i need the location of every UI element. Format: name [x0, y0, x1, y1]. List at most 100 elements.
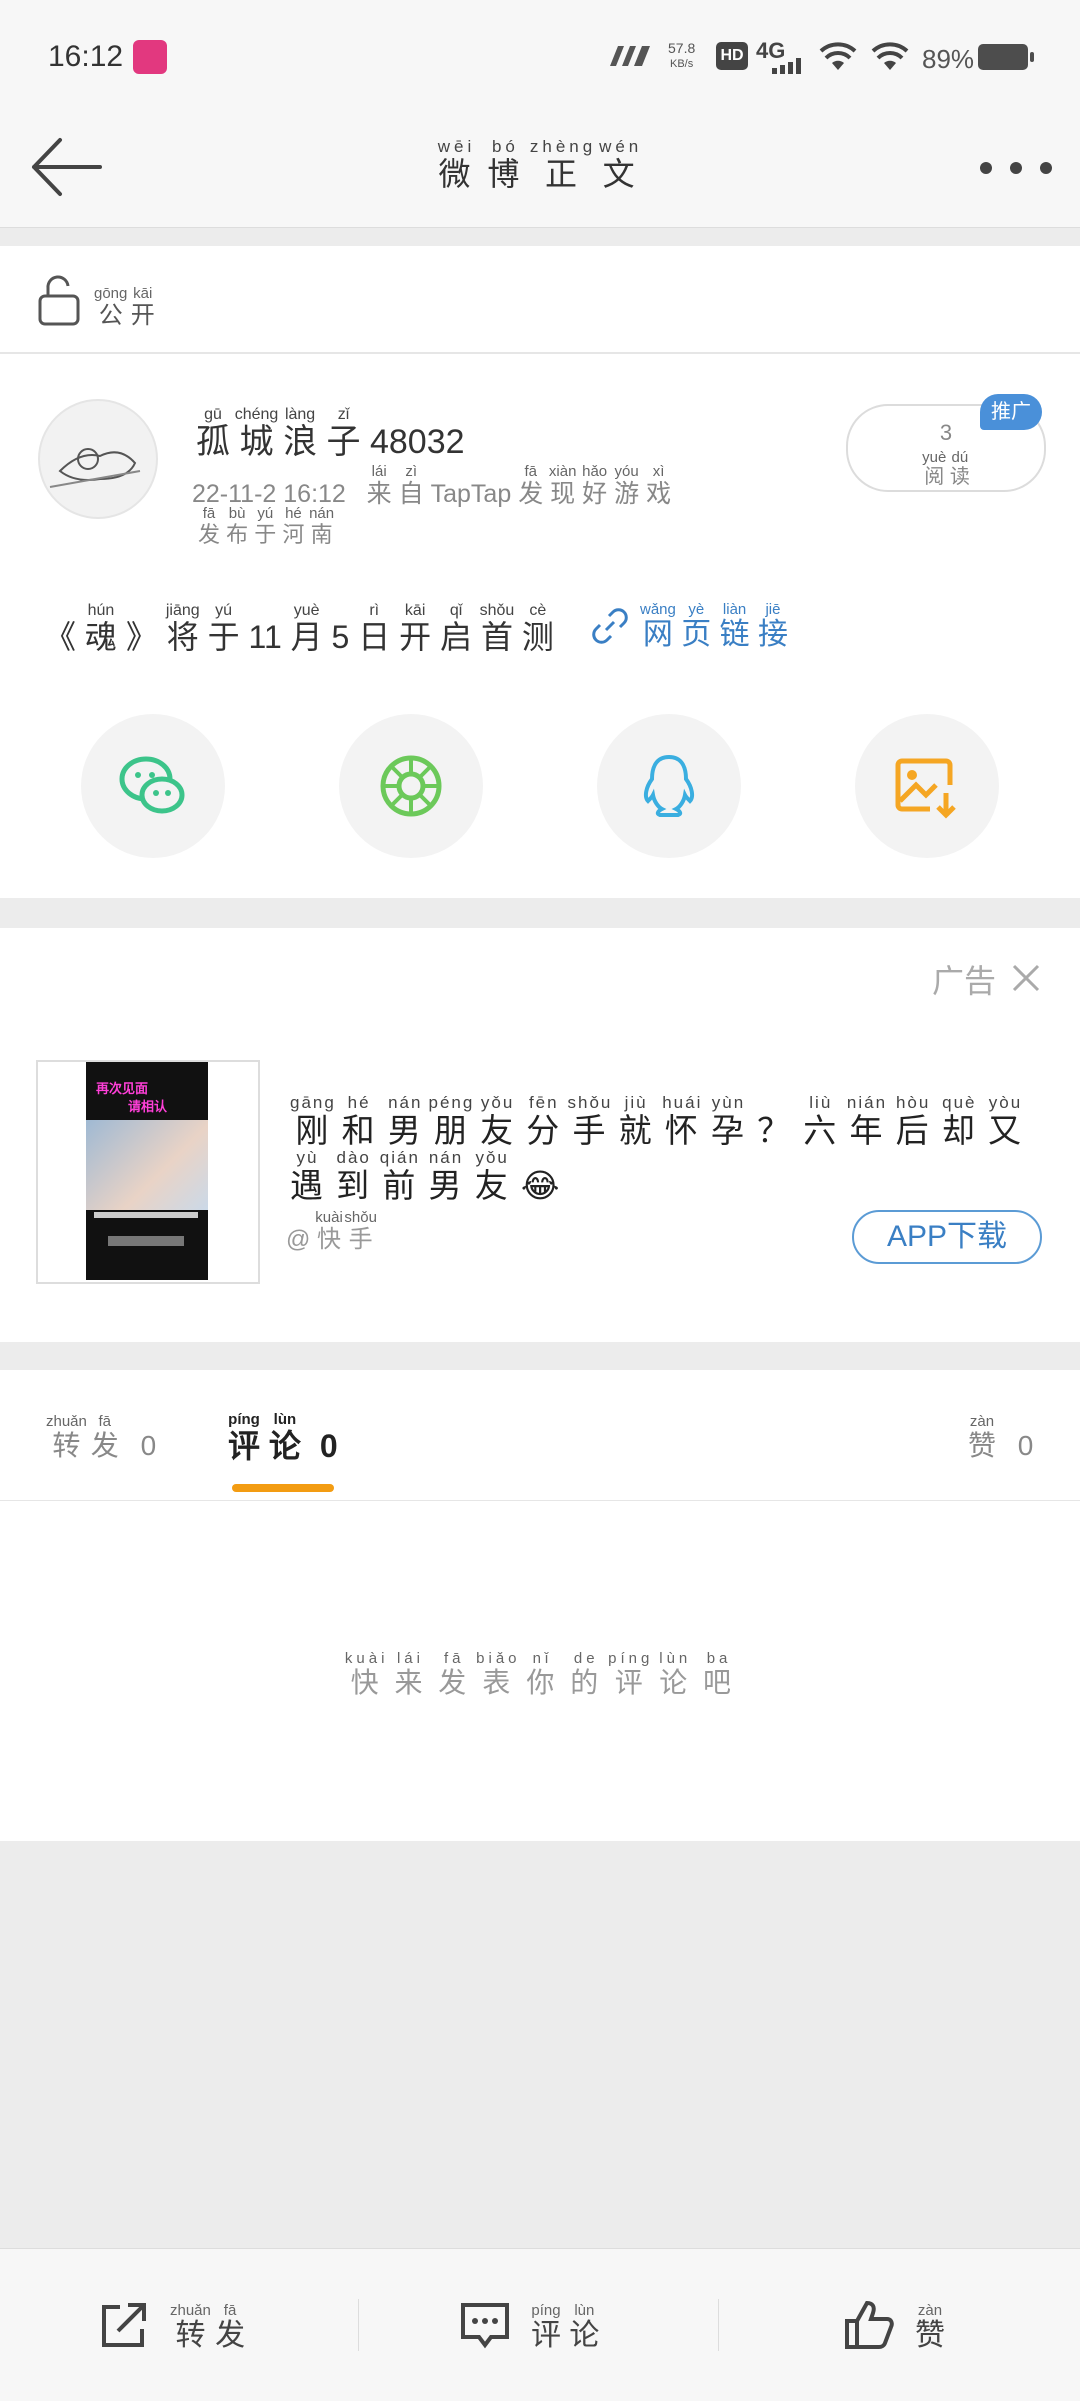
- ruby-char: 刚gāng: [290, 1093, 336, 1149]
- ad-title[interactable]: 刚gāng 和hé 男nán 朋péng 友yǒu 分fēn 手shǒu 就ji…: [290, 1093, 1030, 1211]
- ruby-char: 评píng: [531, 2302, 561, 2352]
- ruby-char: 赞zàn: [968, 1413, 997, 1461]
- web-link[interactable]: 网wǎng 页yè 链liàn 接jiē: [640, 601, 788, 653]
- like-button[interactable]: 赞zàn: [719, 2249, 1080, 2401]
- share-icon: [102, 2303, 146, 2347]
- ruby-char: 孕yùn: [710, 1093, 746, 1149]
- ad-thumb-caption: [94, 1212, 198, 1218]
- post-location: 发fā 布bù 于yú 河hé 南nán: [198, 505, 335, 549]
- ruby-char: 5: [331, 619, 350, 655]
- ruby-char: 😂: [520, 1167, 562, 1204]
- ruby-char: 游yóu: [614, 463, 640, 508]
- ad-source: @ 快kuài 手shǒu: [286, 1209, 377, 1254]
- ruby-char: 转zhuǎn: [46, 1413, 87, 1461]
- close-icon[interactable]: [1010, 962, 1042, 994]
- ruby-char: 到dào: [336, 1148, 372, 1204]
- ruby-char: 日rì: [358, 602, 391, 655]
- avatar[interactable]: [38, 399, 158, 519]
- ruby-char: 发fā: [438, 1650, 471, 1698]
- ruby-char: ？: [757, 1112, 793, 1149]
- battery-tip: [1030, 52, 1034, 62]
- tab-repost-count: 0: [140, 1430, 157, 1461]
- ad-thumbnail[interactable]: 再次见面 请相认: [36, 1060, 260, 1284]
- ruby-char: 子zǐ: [326, 406, 361, 461]
- ruby-char: 于yú: [254, 505, 277, 547]
- ruby-char: 发fā: [215, 2302, 246, 2352]
- promote-badge[interactable]: 推广: [980, 394, 1042, 430]
- ruby-char: 首shǒu: [479, 602, 515, 655]
- ruby-char: 魂hún: [84, 602, 117, 655]
- author-name[interactable]: 孤gū 城chéng 浪làng 子zǐ 48032: [196, 406, 465, 463]
- ruby-char: 男nán: [428, 1148, 464, 1204]
- empty-comments-hint: 快kuài 来lái 发fā 表biǎo 你nǐ 的de 评píng 论lùn …: [0, 1650, 1080, 1701]
- ruby-char: 博bó: [487, 137, 524, 192]
- ad-thumb-caption-2: [108, 1236, 184, 1246]
- ruby-char: 启qǐ: [440, 602, 473, 655]
- ruby-char: 的de: [570, 1650, 603, 1698]
- ruby-char: 手shǒu: [344, 1209, 377, 1253]
- ruby-char: 布bù: [226, 505, 249, 547]
- ruby-char: 发fā: [518, 463, 544, 508]
- share-wechat-button[interactable]: [81, 714, 225, 858]
- save-image-icon: [895, 758, 956, 819]
- ruby-char: 吧ba: [703, 1650, 736, 1698]
- link-icon[interactable]: [592, 608, 628, 644]
- ruby-char: 将jiāng: [165, 602, 200, 655]
- speed-unit: KB/s: [670, 58, 694, 70]
- ruby-char: 自zì: [398, 463, 424, 508]
- share-moments-button[interactable]: [339, 714, 483, 858]
- ruby-char: 》: [125, 619, 158, 655]
- status-bar: 16:12 57.8 KB/s HD 4G 89%: [0, 0, 1080, 112]
- ruby-char: 南nán: [309, 505, 335, 547]
- ruby-char: 却què: [941, 1093, 977, 1149]
- wifi-icon: [819, 42, 857, 70]
- unlock-icon: [38, 275, 80, 326]
- post-meta: 22-11-2 16:12 来lái 自zì TapTap 发fā 现xiàn …: [192, 463, 671, 510]
- ruby-char: 分fēn: [526, 1093, 562, 1149]
- ruby-char: 正zhèng: [529, 137, 597, 192]
- visibility-row[interactable]: 公gōng 开kāi: [0, 246, 1080, 354]
- read-label: 阅yuè 读dú: [848, 449, 1044, 489]
- ad-label: 广告: [932, 963, 997, 999]
- repost-button[interactable]: 转zhuǎn 发fā: [0, 2249, 358, 2401]
- ruby-char: 浪làng: [283, 406, 318, 461]
- ruby-char: 后hòu: [895, 1093, 931, 1149]
- tab-like[interactable]: 赞zàn 0: [968, 1413, 1033, 1464]
- interaction-tabs: 转zhuǎn 发fā 0 评píng 论lùn 0 赞zàn 0: [0, 1370, 1080, 1501]
- ruby-char: 现xiàn: [548, 463, 577, 508]
- ruby-char: 和hé: [341, 1093, 377, 1149]
- ruby-char: 读dú: [949, 449, 970, 488]
- wifi-icon-2: [871, 42, 909, 70]
- ruby-char: 友yǒu: [474, 1148, 510, 1204]
- like-label: 赞zàn: [915, 2302, 945, 2354]
- signal-brand-icon: [610, 46, 650, 66]
- more-options-icon[interactable]: [976, 148, 1056, 188]
- tab-comment[interactable]: 评píng 论lùn 0: [228, 1411, 338, 1467]
- comment-button[interactable]: 评píng 论lùn: [359, 2249, 717, 2401]
- ruby-char: 评píng: [228, 1411, 261, 1464]
- avatar-sketch: [49, 448, 141, 488]
- ruby-char: 男nán: [387, 1093, 423, 1149]
- share-qq-button[interactable]: [597, 714, 741, 858]
- page-title: 微wēi 博bó 正zhèng 文wén: [0, 137, 1080, 195]
- tab-repost[interactable]: 转zhuǎn 发fā 0: [46, 1413, 157, 1464]
- ruby-char: 六liù: [803, 1093, 839, 1149]
- ruby-char: 怀huái: [662, 1093, 703, 1149]
- status-time: 16:12: [48, 40, 124, 73]
- app-notification-icon: [133, 40, 167, 74]
- app-download-button[interactable]: APP下载: [852, 1210, 1042, 1264]
- save-image-button[interactable]: [855, 714, 999, 858]
- ruby-char: 网wǎng: [640, 601, 676, 651]
- ruby-char: 发fā: [90, 1413, 119, 1461]
- bottom-action-bar: 转zhuǎn 发fā 评píng 论lùn 赞zàn: [0, 2248, 1080, 2401]
- ruby-char: 快kuài: [344, 1650, 389, 1698]
- ad-card[interactable]: 广告 再次见面 请相认 刚gāng 和hé 男nán 朋péng 友yǒu 分f…: [0, 928, 1080, 1342]
- ruby-char: 好hǎo: [582, 463, 608, 508]
- ad-thumb-text-2: 请相认: [128, 1099, 168, 1114]
- tab-repost-label: 转zhuǎn 发fā: [46, 1413, 119, 1461]
- ruby-char: 开kāi: [399, 602, 432, 655]
- ruby-char: 表biǎo: [476, 1650, 521, 1698]
- qq-icon: [643, 754, 695, 817]
- ruby-char: 阅yuè: [922, 449, 947, 488]
- ruby-char: 页yè: [681, 601, 712, 651]
